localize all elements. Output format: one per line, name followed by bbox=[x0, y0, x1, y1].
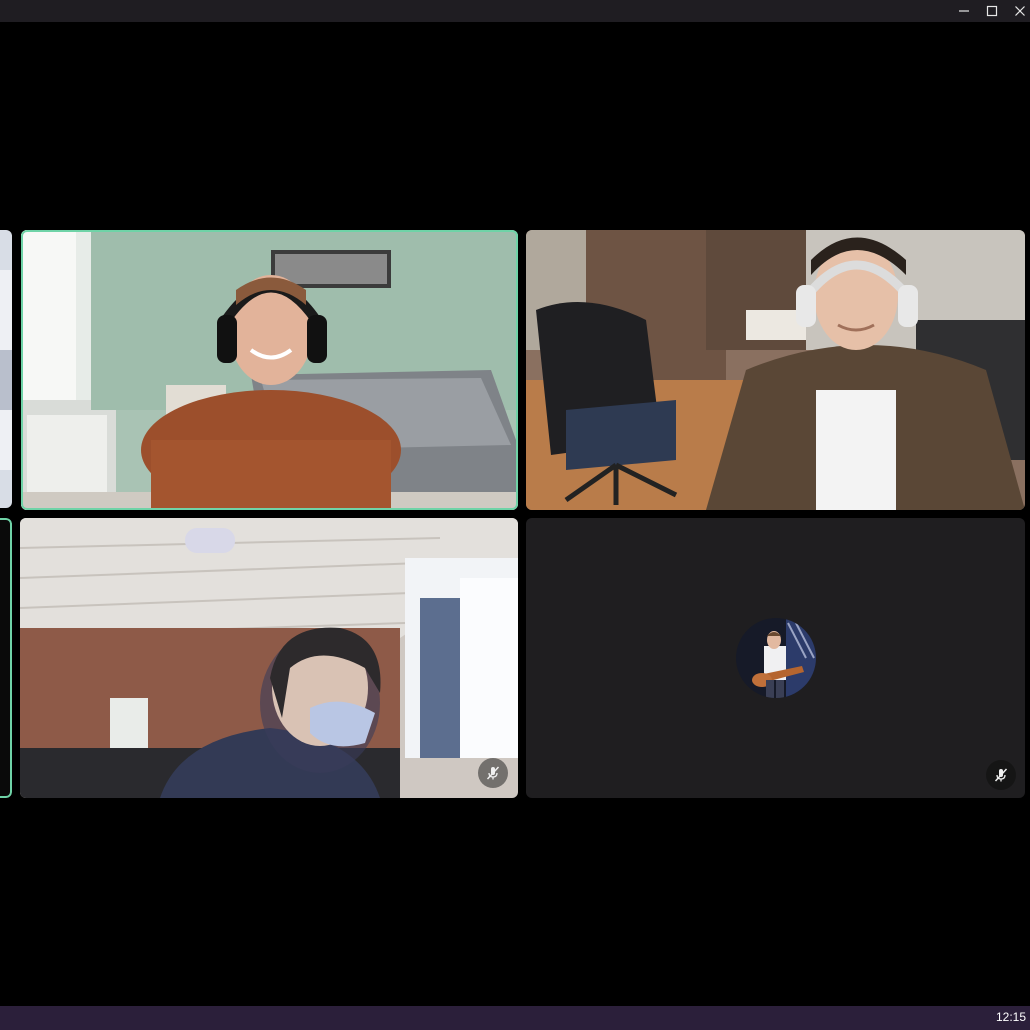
window-titlebar bbox=[0, 0, 1030, 22]
participant-video bbox=[21, 230, 518, 510]
maximize-icon bbox=[986, 5, 998, 17]
participant-tile-partial-top[interactable] bbox=[0, 230, 12, 508]
participant-tile-office[interactable] bbox=[526, 230, 1025, 510]
profile-avatar bbox=[736, 618, 816, 698]
microphone-off-icon bbox=[486, 766, 500, 780]
taskbar: 12:15 bbox=[0, 1006, 1030, 1030]
avatar-image bbox=[736, 618, 816, 698]
participant-video bbox=[20, 518, 518, 798]
mute-indicator bbox=[986, 760, 1016, 790]
maximize-button[interactable] bbox=[978, 0, 1006, 22]
participant-video bbox=[0, 230, 12, 508]
participant-tile-classroom[interactable] bbox=[20, 518, 518, 798]
participant-video bbox=[0, 518, 12, 798]
participant-tile-partial-bottom[interactable] bbox=[0, 518, 12, 798]
minimize-button[interactable] bbox=[950, 0, 978, 22]
microphone-off-icon bbox=[994, 768, 1008, 782]
taskbar-clock[interactable]: 12:15 bbox=[996, 1010, 1026, 1024]
participant-video bbox=[526, 230, 1025, 510]
close-icon bbox=[1015, 6, 1025, 16]
participant-tile-avatar[interactable] bbox=[526, 518, 1025, 798]
minimize-icon bbox=[959, 10, 969, 12]
video-grid bbox=[0, 22, 1030, 1006]
participant-tile-bedroom[interactable] bbox=[21, 230, 518, 510]
mute-indicator bbox=[478, 758, 508, 788]
close-button[interactable] bbox=[1006, 0, 1030, 22]
